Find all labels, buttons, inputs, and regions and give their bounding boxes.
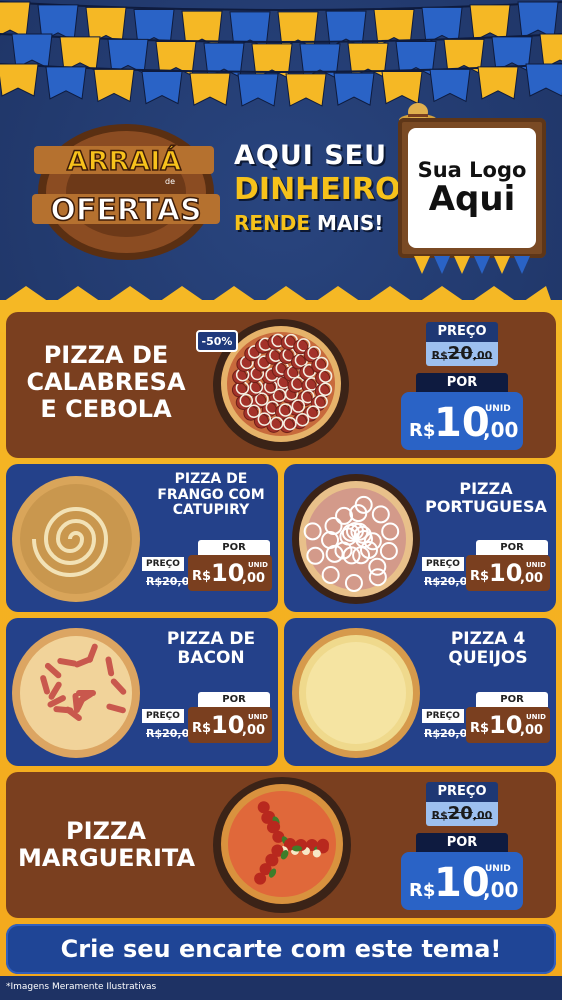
preco-label-frango: PREÇO bbox=[142, 557, 184, 571]
mini-bunting bbox=[412, 255, 536, 274]
price-int-top: 10 bbox=[434, 400, 490, 446]
bunting-flag bbox=[11, 33, 53, 69]
logo-placeholder[interactable]: Sua Logo Aqui bbox=[408, 128, 536, 248]
price-dec-portuguesa: ,00 bbox=[520, 571, 544, 586]
price-dec-bottom: ,00 bbox=[483, 878, 519, 902]
old-price-bottom: R$20,00 bbox=[426, 802, 498, 826]
unid-label-4-queijos: UNID bbox=[526, 713, 546, 721]
pizza-bacon-image bbox=[12, 628, 140, 758]
pizza-marguerita-image bbox=[213, 777, 351, 913]
price-dec-frango: ,00 bbox=[242, 571, 266, 586]
slogan-line1: AQUI SEU bbox=[234, 140, 388, 171]
title-frango: PIZZA DE FRANGO COM CATUPIRY bbox=[157, 471, 265, 519]
price-int-4-queijos: 10 bbox=[489, 711, 523, 739]
badge-line2: OFERTAS bbox=[50, 193, 201, 228]
preco-label-bacon: PREÇO bbox=[142, 709, 184, 723]
pizza-frango-image bbox=[12, 476, 140, 602]
price-currency-bottom: R$ bbox=[409, 880, 436, 901]
bunting-flag bbox=[477, 66, 519, 100]
bunting-flag bbox=[285, 73, 327, 107]
bunting-flags bbox=[0, 1, 562, 107]
old-price-currency-bottom: R$ bbox=[431, 809, 448, 822]
preco-label-top: PREÇO bbox=[426, 322, 498, 342]
featured-title-marguerita: PIZZA MARGUERITA bbox=[18, 817, 196, 872]
price-dec-4-queijos: ,00 bbox=[520, 723, 544, 738]
price-currency-bacon: R$ bbox=[192, 721, 212, 736]
old-price-dec-top: ,00 bbox=[472, 349, 493, 362]
price-box-portuguesa: R$ 10 ,00 UNID bbox=[466, 555, 550, 591]
por-label-bacon: POR bbox=[198, 692, 270, 707]
unid-label-portuguesa: UNID bbox=[526, 561, 546, 569]
price-dec-bacon: ,00 bbox=[242, 723, 266, 738]
slogan-line3: RENDE MAIS! bbox=[234, 213, 394, 233]
bunting-flag bbox=[517, 1, 559, 39]
logo-signboard: Sua Logo Aqui bbox=[398, 103, 546, 276]
por-label-frango: POR bbox=[198, 540, 270, 555]
price-box-bacon: R$ 10 ,00 UNID bbox=[188, 707, 272, 743]
bunting-flag bbox=[189, 72, 231, 106]
title-4-queijos: PIZZA 4 QUEIJOS bbox=[448, 629, 528, 669]
price-currency-top: R$ bbox=[409, 420, 436, 441]
old-price-int-bottom: 20 bbox=[447, 803, 473, 824]
preco-label-portuguesa: PREÇO bbox=[422, 557, 464, 571]
old-price-currency-top: R$ bbox=[431, 349, 448, 362]
por-label-bottom: POR bbox=[416, 833, 508, 853]
price-int-bacon: 10 bbox=[211, 711, 245, 739]
old-price-top: R$20,00 bbox=[426, 342, 498, 366]
bunting-flag bbox=[237, 73, 279, 107]
title-bacon: PIZZA DE BACON bbox=[166, 629, 256, 669]
bunting-flag bbox=[469, 4, 511, 42]
preco-label-4-queijos: PREÇO bbox=[422, 709, 464, 723]
bunting-flag bbox=[539, 33, 562, 69]
logo-placeholder-line2: Aqui bbox=[428, 179, 516, 220]
price-box-top: R$ 10 ,00 UNID bbox=[401, 392, 523, 450]
price-dec-top: ,00 bbox=[483, 418, 519, 442]
bunting-flag bbox=[45, 66, 87, 100]
arraia-ofertas-badge: ARRAIÁ de OFERTAS bbox=[32, 124, 220, 260]
price-int-portuguesa: 10 bbox=[489, 559, 523, 587]
por-label-4-queijos: POR bbox=[476, 692, 548, 707]
footer: *Imagens Meramente Ilustrativas bbox=[0, 976, 562, 1000]
price-int-bottom: 10 bbox=[434, 860, 490, 906]
bunting-flag bbox=[0, 63, 39, 97]
bunting-flag bbox=[93, 68, 135, 103]
bunting-flag bbox=[381, 71, 423, 105]
pizza-portuguesa-image bbox=[292, 474, 420, 604]
old-price-dec-bottom: ,00 bbox=[472, 809, 493, 822]
price-currency-portuguesa: R$ bbox=[470, 569, 490, 584]
unid-label-bacon: UNID bbox=[248, 713, 268, 721]
badge-small: de bbox=[165, 177, 175, 186]
price-currency-4-queijos: R$ bbox=[470, 721, 490, 736]
featured-title-calabresa: PIZZA DE CALABRESA E CEBOLA bbox=[26, 341, 186, 423]
cta-banner[interactable]: Crie seu encarte com este tema! bbox=[6, 924, 556, 974]
slogan-line3b: MAIS! bbox=[317, 211, 384, 235]
preco-label-bottom: PREÇO bbox=[426, 782, 498, 802]
bunting-flag bbox=[59, 36, 101, 72]
unid-label-bottom: UNID bbox=[485, 864, 511, 874]
price-box-4-queijos: R$ 10 ,00 UNID bbox=[466, 707, 550, 743]
badge-line1: ARRAIÁ bbox=[67, 145, 181, 177]
pizza-4-queijos-image bbox=[292, 628, 420, 758]
slogan-line3a: RENDE bbox=[234, 211, 311, 235]
por-label-top: POR bbox=[416, 373, 508, 393]
slogan-line2: DINHEIRO bbox=[234, 172, 401, 207]
flyer: ARRAIÁ de OFERTAS AQUI SEU DINHEIRO REND… bbox=[0, 0, 562, 1000]
price-currency-frango: R$ bbox=[192, 569, 212, 584]
price-box-frango: R$ 10 ,00 UNID bbox=[188, 555, 272, 591]
unid-label-frango: UNID bbox=[248, 561, 268, 569]
price-box-bottom: R$ 10 ,00 UNID bbox=[401, 852, 523, 910]
price-int-frango: 10 bbox=[211, 559, 245, 587]
slogan: AQUI SEU DINHEIRO RENDE MAIS! bbox=[234, 140, 401, 233]
title-portuguesa: PIZZA PORTUGUESA bbox=[425, 479, 547, 516]
unid-label-top: UNID bbox=[485, 404, 511, 414]
bunting-flag bbox=[333, 72, 375, 106]
footer-note: *Imagens Meramente Ilustrativas bbox=[6, 982, 157, 992]
bunting-flag bbox=[141, 71, 183, 105]
old-price-int-top: 20 bbox=[447, 343, 473, 364]
discount-badge: -50% bbox=[196, 330, 238, 352]
bunting-flag bbox=[429, 68, 471, 103]
bunting-flag bbox=[525, 63, 562, 97]
bunting-flag bbox=[0, 1, 31, 39]
por-label-portuguesa: POR bbox=[476, 540, 548, 555]
